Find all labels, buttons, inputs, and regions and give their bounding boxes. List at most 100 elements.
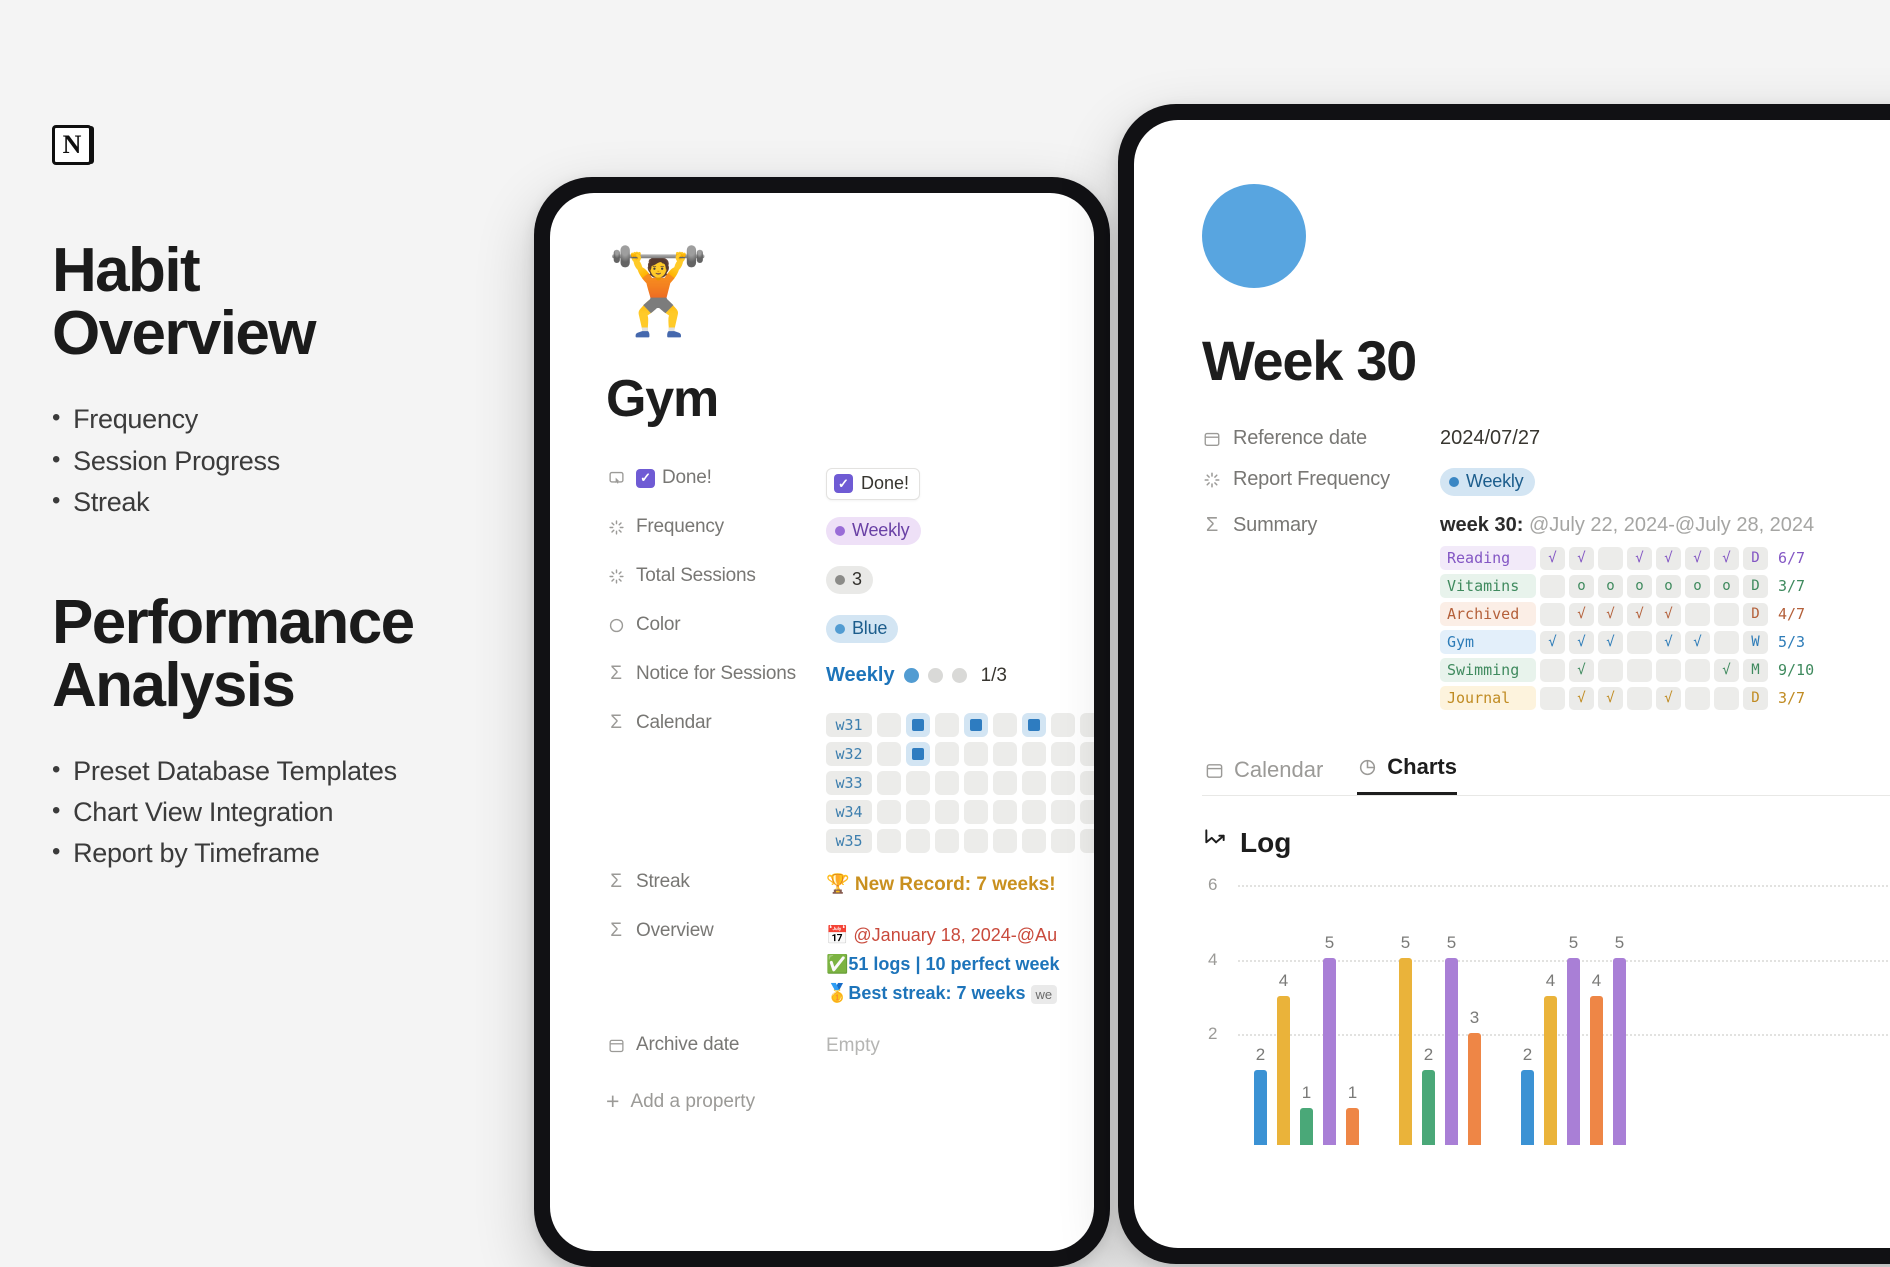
property-row-total-sessions[interactable]: Total Sessions 3 [606, 565, 1068, 599]
chart-bar-wrapper[interactable]: 4 [1544, 971, 1557, 1145]
done-chip[interactable]: ✓ Done! [826, 468, 921, 500]
calendar-cell-empty[interactable] [993, 713, 1017, 737]
chart-bar[interactable] [1613, 958, 1626, 1145]
property-row-summary[interactable]: Σ Summary week 30: @July 22, 2024-@July … [1202, 514, 1890, 710]
calendar-cell-filled[interactable] [1022, 713, 1046, 737]
calendar-cell-empty[interactable] [1022, 742, 1046, 766]
calendar-cell-empty[interactable] [906, 829, 930, 853]
chart-bar-wrapper[interactable]: 5 [1399, 933, 1412, 1145]
calendar-cell-empty[interactable] [1080, 742, 1094, 766]
calendar-cell-empty[interactable] [1022, 829, 1046, 853]
status-badge[interactable]: Weekly [826, 517, 921, 545]
property-value-total-sessions[interactable]: 3 [826, 565, 1068, 594]
property-row-calendar[interactable]: Σ Calendar w31 w32 w33 w34 w35 [606, 712, 1094, 853]
status-badge[interactable]: Weekly [1440, 468, 1535, 496]
chart-bar-wrapper[interactable]: 3 [1468, 1008, 1481, 1145]
property-row-done[interactable]: ✓ Done! ✓ Done! [606, 467, 1068, 501]
calendar-cell-filled[interactable] [906, 713, 930, 737]
calendar-cell-empty[interactable] [1051, 800, 1075, 824]
calendar-cell-empty[interactable] [906, 800, 930, 824]
status-badge[interactable]: Blue [826, 615, 899, 643]
calendar-cell-empty[interactable] [877, 713, 901, 737]
chart-bar-wrapper[interactable]: 5 [1613, 933, 1626, 1145]
calendar-cell-empty[interactable] [964, 771, 988, 795]
calendar-cell-empty[interactable] [1051, 713, 1075, 737]
checkbox-checked-icon[interactable]: ✓ [636, 468, 655, 488]
chart-bar-wrapper[interactable]: 5 [1323, 933, 1336, 1145]
calendar-cell-empty[interactable] [1022, 771, 1046, 795]
calendar-cell-empty[interactable] [877, 829, 901, 853]
calendar-cell-empty[interactable] [1080, 771, 1094, 795]
property-value-frequency[interactable]: Weekly [826, 516, 1068, 545]
property-label-calendar: Σ Calendar [606, 712, 826, 734]
chart-bar-wrapper[interactable]: 2 [1422, 1045, 1435, 1145]
calendar-cell-empty[interactable] [877, 771, 901, 795]
calendar-cell-empty[interactable] [935, 713, 959, 737]
tab-calendar[interactable]: Calendar [1204, 757, 1323, 795]
calendar-cell-empty[interactable] [1080, 829, 1094, 853]
chart-bar-wrapper[interactable]: 5 [1567, 933, 1580, 1145]
calendar-cell-empty[interactable] [964, 829, 988, 853]
calendar-cell-empty[interactable] [935, 742, 959, 766]
calendar-cell-empty[interactable] [964, 742, 988, 766]
chart-bar-wrapper[interactable]: 2 [1521, 1045, 1534, 1145]
chart-bar-wrapper[interactable]: 1 [1300, 1083, 1313, 1145]
chart-bar[interactable] [1590, 995, 1603, 1145]
property-row-archive-date[interactable]: Archive date Empty [606, 1034, 1068, 1068]
property-row-color[interactable]: Color Blue [606, 614, 1068, 648]
chart-bar[interactable] [1300, 1107, 1313, 1145]
calendar-cell-empty[interactable] [1051, 771, 1075, 795]
chart-bar[interactable] [1567, 958, 1580, 1145]
chart-bar[interactable] [1254, 1070, 1267, 1145]
reference-date-value[interactable]: 2024/07/27 [1440, 427, 1540, 450]
property-row-report-frequency[interactable]: Report Frequency Weekly [1202, 468, 1890, 496]
chart-bar-wrapper[interactable]: 4 [1277, 971, 1290, 1145]
property-row-frequency[interactable]: Frequency Weekly [606, 516, 1068, 550]
calendar-cell-empty[interactable] [877, 800, 901, 824]
chart-bar[interactable] [1277, 995, 1290, 1145]
chart-bar-wrapper[interactable]: 1 [1346, 1083, 1359, 1145]
property-row-reference-date[interactable]: Reference date 2024/07/27 [1202, 427, 1890, 450]
calendar-cell-empty[interactable] [993, 771, 1017, 795]
calendar-cell-empty[interactable] [906, 771, 930, 795]
calendar-cell-empty[interactable] [964, 800, 988, 824]
calendar-cell-empty[interactable] [877, 742, 901, 766]
archive-date-value[interactable]: Empty [826, 1034, 1068, 1057]
calendar-cell-empty[interactable] [1051, 742, 1075, 766]
chart-bar-wrapper[interactable]: 2 [1254, 1045, 1267, 1145]
calendar-cell-empty[interactable] [935, 771, 959, 795]
calendar-cell-empty[interactable] [1080, 800, 1094, 824]
calendar-cell-empty[interactable] [1022, 800, 1046, 824]
calendar-cell-empty[interactable] [993, 829, 1017, 853]
property-row-overview[interactable]: Σ Overview 📅 @January 18, 2024-@Au ✅51 l… [606, 920, 1068, 1008]
property-row-notice-for-sessions[interactable]: Σ Notice for Sessions Weekly 1/3 [606, 663, 1068, 697]
calendar-cell-empty[interactable] [1051, 829, 1075, 853]
chart-bar[interactable] [1422, 1070, 1435, 1145]
chart-bar[interactable] [1544, 995, 1557, 1145]
report-frequency-value[interactable]: Weekly [1440, 468, 1535, 496]
chart-bar[interactable] [1445, 958, 1458, 1145]
chart-bar[interactable] [1346, 1107, 1359, 1145]
calendar-cell-filled[interactable] [906, 742, 930, 766]
chart-bar[interactable] [1323, 958, 1336, 1145]
calendar-cell-empty[interactable] [935, 829, 959, 853]
add-property-button[interactable]: + Add a property [606, 1090, 1068, 1113]
checkbox-checked-icon[interactable]: ✓ [834, 474, 853, 493]
chart-bar[interactable] [1521, 1070, 1534, 1145]
chart-bar[interactable] [1468, 1033, 1481, 1145]
property-value-color[interactable]: Blue [826, 614, 1068, 643]
calendar-cell-empty[interactable] [935, 800, 959, 824]
tab-charts[interactable]: Charts [1357, 754, 1457, 795]
calendar-cell-empty[interactable] [993, 742, 1017, 766]
status-badge[interactable]: 3 [826, 566, 873, 594]
table-row: Swimming √ √ M 9/10 [1440, 658, 1814, 682]
chart-bar-wrapper[interactable]: 4 [1590, 971, 1603, 1145]
chart-bar[interactable] [1399, 958, 1412, 1145]
property-value-done[interactable]: ✓ Done! [826, 467, 1068, 500]
property-row-streak[interactable]: Σ Streak 🏆 New Record: 7 weeks! [606, 871, 1068, 905]
calendar-cell-empty[interactable] [993, 800, 1017, 824]
calendar-cell-filled[interactable] [964, 713, 988, 737]
habit-check-cell: √ [1656, 630, 1681, 654]
calendar-cell-empty[interactable] [1080, 713, 1094, 737]
chart-bar-wrapper[interactable]: 5 [1445, 933, 1458, 1145]
